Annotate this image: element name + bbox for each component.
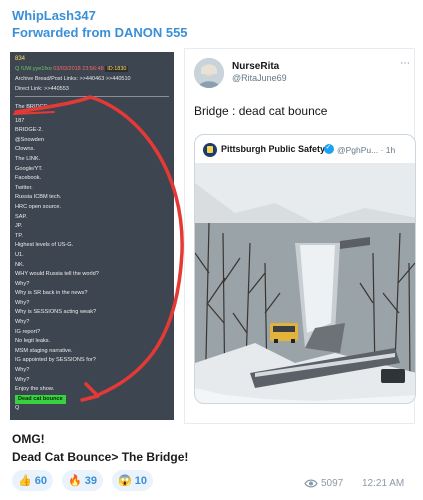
tweet-author-handle[interactable]: @RitaJune69 (232, 73, 287, 83)
caption-line-1: OMG! (12, 432, 45, 446)
qpost-body: The BRIDGE. 187 BRIDGE-2. @Snowden Clowns. Th… (15, 103, 169, 414)
qpost-date: 03/03/2018 23:56:48 (53, 66, 104, 72)
qpost-line: @Snowden (15, 136, 45, 143)
qpost-author: Q !UW.yye1fxo (15, 66, 54, 72)
qpost-signature: Q (15, 405, 20, 412)
quoted-handle-text: @PghPu... (337, 145, 379, 155)
qpost-line: Highest levels of US-G. (15, 242, 74, 249)
reaction-scream[interactable]: 😱 10 (112, 470, 153, 491)
quoted-tweet-age: · 1h (380, 145, 396, 155)
screaming-face-icon: 😱 (118, 475, 132, 487)
qpost-line: Enjoy the show. (15, 386, 55, 393)
qpost-number: 834 (15, 56, 26, 62)
view-count: 5097 (304, 478, 343, 489)
qpost-id: ID:1830 (105, 66, 129, 72)
qpost-line: NK. (15, 261, 25, 268)
qpost-line: MSM staging narrative. (15, 347, 73, 354)
dead-cat-bounce-highlight: Dead cat bounce (15, 394, 66, 405)
qpost-line: TP. (15, 232, 23, 239)
fire-icon: 🔥 (68, 475, 82, 487)
qpost-line: IG report? (15, 328, 41, 335)
qpost-line: Why is SESSIONS acting weak? (15, 309, 97, 316)
qpost-direct-link: Direct Link: >>440553 (15, 86, 69, 92)
qpost-screenshot[interactable]: 834 Q !UW.yye1fxo 03/03/2018 23:56:48 ID… (10, 52, 174, 420)
qpost-line: 187 (15, 117, 25, 124)
quoted-tweet[interactable]: Pittsburgh Public Safety @PghPu... · 1h (194, 134, 416, 404)
reaction-count: 39 (84, 474, 97, 487)
thumbs-up-icon: 👍 (18, 475, 32, 487)
telegram-message: WhipLash347 Forwarded from DANON 555 834… (0, 0, 423, 500)
quoted-avatar-badge-icon (203, 143, 217, 157)
qpost-line: JP. (15, 223, 23, 230)
tweet-author-name[interactable]: NurseRita (232, 61, 279, 72)
channel-name[interactable]: WhipLash347 (12, 8, 96, 23)
qpost-line: SAP. (15, 213, 28, 220)
qpost-line: Why? (15, 280, 30, 287)
qpost-highlight-line: Dead cat bounce (15, 394, 169, 405)
tweet-avatar[interactable] (194, 58, 224, 88)
reaction-thumbs-up[interactable]: 👍 60 (12, 470, 53, 491)
collapsed-bridge-photo[interactable] (195, 163, 416, 404)
qpost-line: Why is SR back in the news? (15, 290, 88, 297)
more-options-icon[interactable]: ⋯ (400, 58, 410, 69)
qpost-header: 834 Q !UW.yye1fxo 03/03/2018 23:56:48 ID… (10, 52, 174, 102)
qpost-line: Google/YT. (15, 165, 43, 172)
qpost-meta: Q !UW.yye1fxo 03/03/2018 23:56:48 ID:183… (15, 66, 129, 72)
qpost-line: Why? (15, 299, 30, 306)
message-time: 12:21 AM (362, 478, 405, 489)
qpost-line: Russia ICBM tech. (15, 194, 62, 201)
qpost-line: Twitter. (15, 184, 33, 191)
verified-badge-icon (324, 143, 334, 154)
qpost-line: The LINK. (15, 155, 41, 162)
qpost-line: HRC open source. (15, 203, 62, 210)
eye-icon (304, 479, 318, 488)
qpost-line: U1. (15, 251, 24, 258)
qpost-line: Why? (15, 367, 30, 374)
qpost-archive-links: Archive Bread/Post Links: >>440463 >>440… (15, 76, 131, 82)
caption-line-2: Dead Cat Bounce> The Bridge! (12, 450, 189, 464)
forwarded-from[interactable]: Forwarded from DANON 555 (12, 25, 188, 40)
qpost-line: Why? (15, 376, 30, 383)
reaction-count: 60 (34, 474, 47, 487)
qpost-line: Clowns. (15, 146, 35, 153)
tweet-text: Bridge : dead cat bounce (194, 104, 328, 118)
qpost-line: Facebook. (15, 175, 42, 182)
qpost-line: IG appointed by SESSIONS for? (15, 357, 96, 364)
quoted-author-name: Pittsburgh Public Safety (221, 144, 326, 154)
reaction-fire[interactable]: 🔥 39 (62, 470, 103, 491)
qpost-line: BRIDGE-2. (15, 127, 43, 134)
qpost-line: WHY would Russia tell the world? (15, 271, 99, 278)
qpost-line: The BRIDGE. (15, 104, 50, 110)
qpost-line: No legit leaks. (15, 338, 51, 345)
reaction-count: 10 (134, 474, 147, 487)
view-count-value: 5097 (321, 478, 344, 489)
qpost-divider (15, 96, 169, 97)
quoted-author-handle: @PghPu... · 1h (337, 145, 395, 155)
qpost-line: Why? (15, 319, 30, 326)
